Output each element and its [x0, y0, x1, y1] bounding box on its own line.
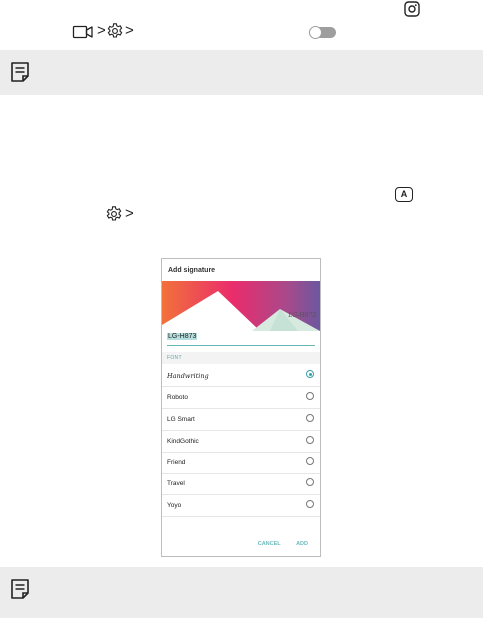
- note-icon: [11, 62, 29, 82]
- dialog-actions: CANCEL ADD: [244, 541, 308, 547]
- font-option-row[interactable]: Friend: [162, 452, 320, 474]
- a-letter-key-icon: A: [395, 187, 413, 202]
- font-option-label: Yoyo: [167, 502, 182, 509]
- note-icon: [11, 579, 29, 599]
- font-option-row[interactable]: Roboto: [162, 387, 320, 409]
- font-option-row[interactable]: Yoyo: [162, 495, 320, 517]
- radio-button[interactable]: [306, 436, 314, 444]
- radio-button[interactable]: [306, 392, 314, 400]
- instagram-icon: [404, 1, 420, 17]
- chevron-right-icon: >: [125, 205, 134, 222]
- video-camera-icon: [72, 25, 93, 39]
- chevron-right-icon: >: [97, 22, 106, 39]
- toggle-switch[interactable]: [309, 26, 336, 39]
- font-option-label: KindGothic: [167, 438, 199, 445]
- font-option-row[interactable]: LG Smart: [162, 409, 320, 431]
- font-option-label: Handwriting: [167, 372, 209, 380]
- radio-button[interactable]: [306, 414, 314, 422]
- gear-icon: [107, 23, 123, 38]
- signature-banner-image: [162, 281, 320, 331]
- signature-preview-text: LG-H873: [288, 312, 316, 319]
- font-option-row[interactable]: KindGothic: [162, 431, 320, 453]
- signature-name-input[interactable]: LG-H873: [167, 333, 315, 346]
- chevron-right-icon: >: [125, 22, 134, 39]
- signature-name-value: LG-H873: [167, 333, 198, 340]
- font-option-row[interactable]: Travel: [162, 473, 320, 495]
- gear-icon: [106, 206, 122, 221]
- note-box: [0, 567, 483, 618]
- radio-button-selected[interactable]: [306, 370, 314, 378]
- font-option-label: Friend: [167, 459, 186, 466]
- add-button[interactable]: ADD: [296, 541, 308, 547]
- note-box: [0, 50, 483, 95]
- font-option-label: Travel: [167, 480, 185, 487]
- radio-button[interactable]: [306, 478, 314, 486]
- add-signature-dialog: Add signature LG-H873 LG-H873 FONT Handw…: [161, 258, 321, 557]
- dialog-title: Add signature: [168, 267, 216, 274]
- font-option-row[interactable]: Handwriting: [162, 365, 320, 387]
- font-section-label: FONT: [167, 355, 182, 361]
- toggle-knob: [309, 26, 322, 39]
- radio-button[interactable]: [306, 500, 314, 508]
- font-option-label: LG Smart: [167, 416, 195, 423]
- radio-button[interactable]: [306, 457, 314, 465]
- cancel-button[interactable]: CANCEL: [258, 541, 281, 547]
- font-option-label: Roboto: [167, 394, 188, 401]
- font-section-header: FONT: [162, 352, 320, 364]
- a-letter-key-glyph: A: [400, 189, 408, 199]
